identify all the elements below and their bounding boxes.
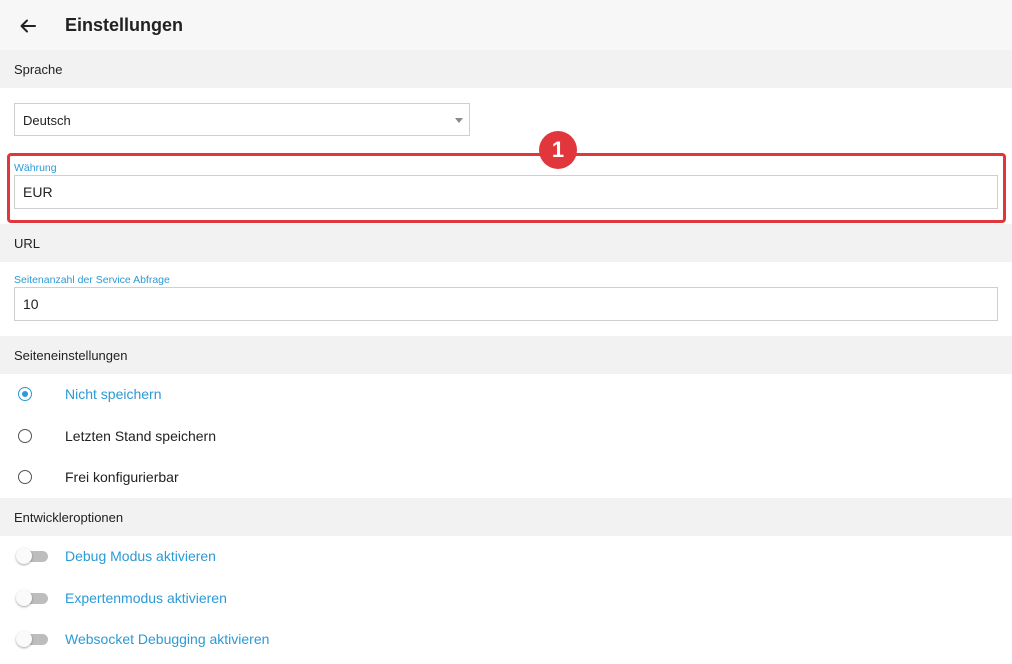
radio-button[interactable] bbox=[18, 429, 32, 443]
page-title: Einstellungen bbox=[65, 15, 184, 35]
toggle-label: Expertenmodus aktivieren bbox=[65, 590, 227, 606]
radio-button[interactable] bbox=[18, 387, 32, 401]
section-title: Sprache bbox=[14, 62, 63, 77]
page-count-label: Seitenanzahl der Service Abfrage bbox=[14, 274, 170, 286]
app-header: Einstellungen bbox=[0, 0, 1012, 50]
toggle-label: Websocket Debugging aktivieren bbox=[65, 631, 270, 647]
toggle-row-debug[interactable]: Debug Modus aktivieren bbox=[0, 536, 1012, 576]
toggle-thumb bbox=[16, 631, 32, 647]
toggle-label: Debug Modus aktivieren bbox=[65, 548, 216, 564]
section-page-settings: Seiteneinstellungen bbox=[0, 336, 1012, 374]
websocket-toggle[interactable] bbox=[16, 631, 48, 647]
radio-button[interactable] bbox=[18, 470, 32, 484]
back-button[interactable] bbox=[14, 12, 42, 40]
expert-toggle[interactable] bbox=[16, 590, 48, 606]
currency-input[interactable] bbox=[14, 175, 998, 209]
section-title: Entwickleroptionen bbox=[14, 510, 124, 525]
section-language: Sprache bbox=[0, 50, 1012, 88]
radio-label: Frei konfigurierbar bbox=[65, 469, 179, 485]
toggle-row-expert[interactable]: Expertenmodus aktivieren bbox=[0, 578, 1012, 618]
language-select-value: Deutsch bbox=[23, 113, 71, 128]
radio-label: Nicht speichern bbox=[65, 386, 162, 402]
annotation-marker: 1 bbox=[539, 131, 577, 169]
radio-label: Letzten Stand speichern bbox=[65, 428, 216, 444]
toggle-thumb bbox=[16, 548, 32, 564]
toggle-row-websocket[interactable]: Websocket Debugging aktivieren bbox=[0, 619, 1012, 659]
radio-option-letzten-stand[interactable]: Letzten Stand speichern bbox=[0, 416, 1012, 456]
toggle-thumb bbox=[16, 590, 32, 606]
section-developer: Entwickleroptionen bbox=[0, 498, 1012, 536]
caret-down-icon bbox=[455, 118, 463, 123]
language-select[interactable]: Deutsch bbox=[14, 103, 470, 136]
debug-toggle[interactable] bbox=[16, 548, 48, 564]
radio-option-nicht-speichern[interactable]: Nicht speichern bbox=[0, 374, 1012, 414]
page-count-input[interactable] bbox=[14, 287, 998, 321]
section-title: Seiteneinstellungen bbox=[14, 348, 128, 363]
radio-option-frei-konfigurierbar[interactable]: Frei konfigurierbar bbox=[0, 457, 1012, 497]
currency-label: Währung bbox=[14, 162, 57, 174]
section-url: URL bbox=[0, 224, 1012, 262]
arrow-left-icon bbox=[20, 19, 36, 33]
section-title: URL bbox=[14, 236, 41, 251]
